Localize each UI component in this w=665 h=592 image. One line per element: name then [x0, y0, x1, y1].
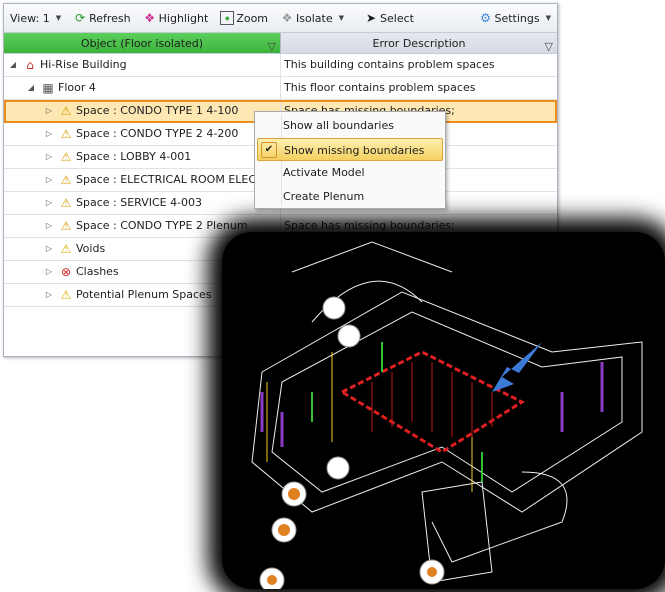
collapsed-arrow-icon[interactable]: ▷: [44, 123, 54, 145]
select-button[interactable]: ➤ Select: [364, 11, 414, 25]
table-header: Object (Floor isolated) ▽ Error Descripti…: [4, 33, 557, 54]
space-warning-icon: ⚠: [60, 104, 72, 118]
isolate-label: Isolate: [296, 11, 333, 25]
object-label: Space : ELECTRICAL ROOM ELEC 4-: [76, 173, 271, 186]
chevron-down-icon: ▼: [338, 14, 345, 22]
error-cell: This floor contains problem spaces: [284, 81, 476, 94]
object-label: Voids: [76, 242, 106, 255]
object-label: Potential Plenum Spaces: [76, 288, 212, 301]
error-icon: ⊗: [60, 265, 72, 279]
checkmark-icon: ✔: [261, 141, 277, 158]
error-column-header[interactable]: Error Description ▽: [281, 33, 557, 53]
chevron-down-icon: ▼: [55, 14, 62, 22]
object-label: Clashes: [76, 265, 119, 278]
highlight-button[interactable]: ❖ Highlight: [143, 11, 209, 25]
object-cell: ▷ ⚠ Space : CONDO TYPE 2 4-200: [4, 123, 281, 145]
refresh-icon: ⟳: [75, 11, 86, 25]
object-cell: ▷ ⚠ Space : SERVICE 4-003: [4, 192, 281, 214]
object-cell: ▷ ⚠ Space : CONDO TYPE 1 4-100: [4, 100, 281, 122]
chevron-down-icon: ▼: [545, 14, 551, 22]
object-cell: ◢ ▦ Floor 4: [4, 77, 281, 99]
space-warning-icon: ⚠: [60, 173, 72, 187]
menu-item-label: Show missing boundaries: [284, 143, 425, 157]
space-warning-icon: ⚠: [60, 219, 72, 233]
isolate-button[interactable]: ❖ Isolate ▼: [280, 11, 344, 25]
menu-item-show-missing-boundaries[interactable]: ✔ Show missing boundaries: [257, 137, 443, 161]
building-wireframe: [251, 241, 643, 592]
filter-icon[interactable]: ▽: [268, 36, 276, 57]
object-label: Hi-Rise Building: [40, 58, 127, 71]
expanded-arrow-icon[interactable]: ◢: [26, 77, 36, 99]
isolate-icon: ❖: [281, 11, 293, 25]
settings-label: Settings: [494, 11, 540, 25]
toolbar: View: 1 ▼ ⟳ Refresh ❖ Highlight ◆ Zoom ❖ Isol…: [4, 4, 557, 33]
collapsed-arrow-icon[interactable]: ▷: [44, 192, 54, 214]
refresh-button[interactable]: ⟳ Refresh: [73, 11, 131, 25]
tree-row[interactable]: ◢ ⌂ Hi-Rise Building This building contains…: [4, 54, 557, 77]
space-warning-icon: ⚠: [60, 127, 72, 141]
view-dropdown[interactable]: View: 1 ▼: [10, 12, 61, 25]
gear-icon: ⚙: [480, 11, 491, 25]
view-label: View: 1: [10, 11, 50, 25]
context-menu: Show all boundaries ✔ Show missing bounda…: [254, 111, 446, 209]
highlight-label: Highlight: [158, 11, 209, 25]
object-column-header[interactable]: Object (Floor isolated) ▽: [4, 33, 281, 53]
menu-item-label: Show all boundaries: [283, 119, 394, 132]
floor-warning-icon: ▦: [42, 81, 54, 95]
expanded-arrow-icon[interactable]: ◢: [8, 54, 18, 76]
space-warning-icon: ⚠: [60, 196, 72, 210]
menu-item-show-all-boundaries[interactable]: Show all boundaries: [257, 114, 443, 138]
cursor-icon: ➤: [365, 11, 377, 25]
tree-row[interactable]: ◢ ▦ Floor 4 This floor contains problem spa…: [4, 77, 557, 100]
collapsed-arrow-icon[interactable]: ▷: [44, 146, 54, 168]
zoom-button[interactable]: ◆ Zoom: [220, 11, 268, 25]
error-cell: This building contains problem spaces: [284, 58, 495, 71]
error-column-label: Error Description: [372, 37, 466, 50]
space-warning-icon: ⚠: [60, 150, 72, 164]
settings-button[interactable]: ⚙ Settings ▼: [478, 11, 551, 25]
zoom-icon: ◆: [220, 11, 235, 25]
warning-icon: ⚠: [60, 288, 72, 302]
collapsed-arrow-icon[interactable]: ▷: [44, 261, 54, 283]
highlight-icon: ❖: [144, 11, 156, 25]
select-label: Select: [380, 11, 414, 25]
menu-item-label: Activate Model: [283, 166, 365, 179]
object-column-label: Object (Floor isolated): [80, 37, 204, 50]
menu-item-label: Create Plenum: [283, 189, 365, 203]
warning-icon: ⚠: [60, 242, 72, 256]
menu-item-activate-model[interactable]: Activate Model: [257, 161, 443, 185]
object-label: Space : CONDO TYPE 1 4-100: [76, 104, 239, 117]
building-warning-icon: ⌂: [26, 58, 34, 72]
object-label: Space : SERVICE 4-003: [76, 196, 203, 209]
object-cell: ◢ ⌂ Hi-Rise Building: [4, 54, 281, 76]
filter-icon[interactable]: ▽: [545, 36, 553, 57]
object-cell: ▷ ⚠ Space : ELECTRICAL ROOM ELEC 4-: [4, 169, 281, 191]
object-label: Space : LOBBY 4-001: [76, 150, 192, 163]
object-label: Floor 4: [58, 81, 96, 94]
collapsed-arrow-icon[interactable]: ▷: [44, 100, 54, 122]
object-label: Space : CONDO TYPE 2 4-200: [76, 127, 239, 140]
refresh-label: Refresh: [89, 11, 131, 25]
collapsed-arrow-icon[interactable]: ▷: [44, 284, 54, 306]
model-3d-view[interactable]: [222, 232, 665, 592]
object-cell: ▷ ⚠ Space : LOBBY 4-001: [4, 146, 281, 168]
zoom-label: Zoom: [236, 11, 269, 25]
collapsed-arrow-icon[interactable]: ▷: [44, 215, 54, 237]
menu-item-create-plenum[interactable]: Create Plenum: [257, 185, 443, 209]
collapsed-arrow-icon[interactable]: ▷: [44, 169, 54, 191]
collapsed-arrow-icon[interactable]: ▷: [44, 238, 54, 260]
